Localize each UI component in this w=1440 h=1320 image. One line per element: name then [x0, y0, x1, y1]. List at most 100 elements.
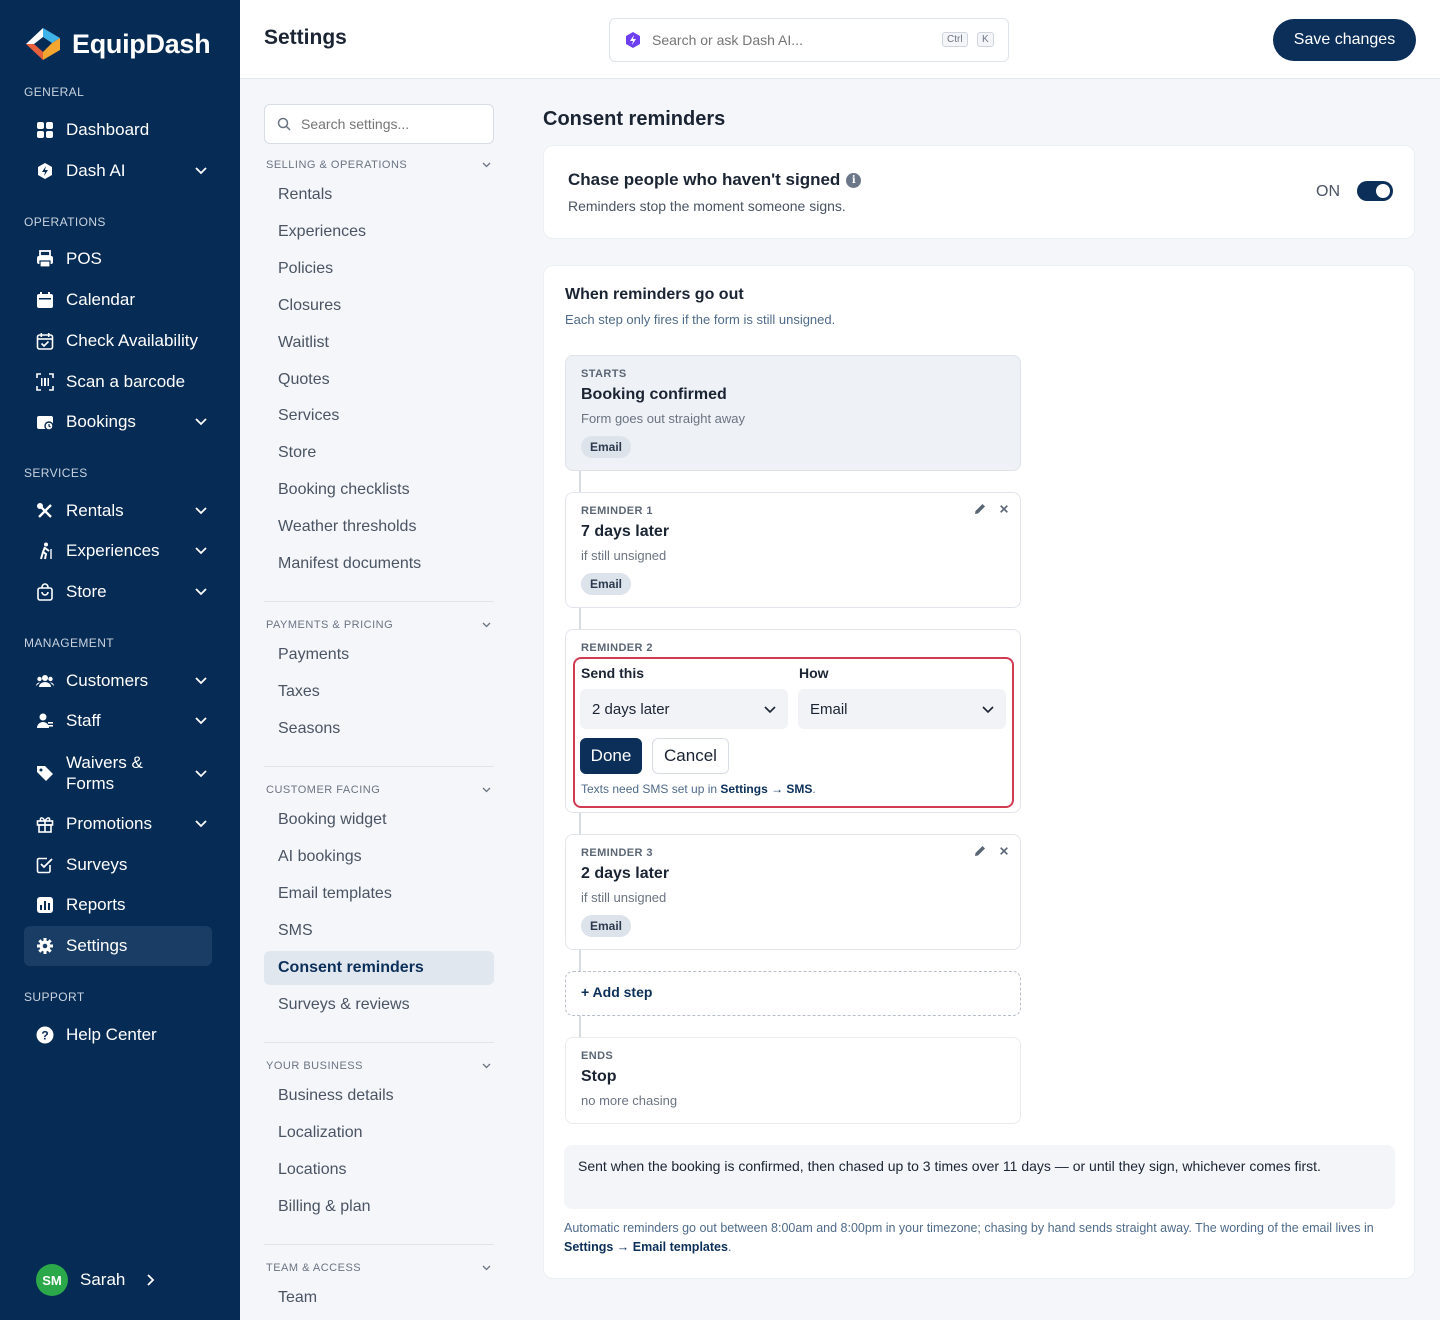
brand[interactable]: EquipDash [24, 26, 211, 62]
subnav-item[interactable]: Policies [264, 252, 494, 286]
nav-item-check-availability[interactable]: Check Availability [24, 321, 212, 361]
subnav-item[interactable]: AI bookings [264, 840, 494, 874]
nav-item-waivers-forms[interactable]: Waivers & Forms [24, 747, 212, 799]
subnav-item[interactable]: Surveys & reviews [264, 988, 494, 1022]
nav-item-staff[interactable]: Staff [24, 701, 212, 741]
nav-item-store[interactable]: Store [24, 572, 212, 612]
subnav-item[interactable]: Business details [264, 1079, 494, 1113]
subnav-group-header[interactable]: CUSTOMER FACING [266, 784, 494, 796]
subnav-divider [264, 601, 494, 602]
subnav-item[interactable]: Team [264, 1281, 494, 1315]
global-search[interactable]: Ctrl K [609, 18, 1009, 62]
delay-select[interactable]: 2 days later [580, 689, 788, 729]
subnav-item[interactable]: Closures [264, 289, 494, 323]
subnav-item[interactable]: Email templates [264, 877, 494, 911]
channel-chip: Email [581, 573, 632, 595]
pencil-icon[interactable] [974, 845, 986, 857]
nav-item-surveys[interactable]: Surveys [24, 845, 212, 885]
add-step-button[interactable]: + Add step [565, 971, 1021, 1016]
cancel-button[interactable]: Cancel [652, 738, 729, 774]
hiker-icon [36, 542, 54, 560]
step-reminder-3: REMINDER 3 2 days later if still unsigne… [565, 834, 1021, 950]
subnav-item[interactable]: Booking checklists [264, 473, 494, 507]
step-title: Stop [581, 1068, 617, 1085]
staff-icon [36, 712, 54, 730]
footnote: Automatic reminders go out between 8:00a… [564, 1219, 1394, 1257]
settings-search[interactable] [264, 104, 494, 144]
nav-item-promotions[interactable]: Promotions [24, 804, 212, 844]
close-icon[interactable] [998, 845, 1010, 857]
subnav-item[interactable]: Consent reminders [264, 950, 494, 985]
close-icon[interactable] [998, 503, 1010, 515]
subnav-item[interactable]: Billing & plan [264, 1190, 494, 1224]
nav-item-calendar[interactable]: Calendar [24, 280, 212, 320]
user-menu[interactable]: SM Sarah [36, 1264, 157, 1296]
nav-item-dash-ai[interactable]: Dash AI [24, 151, 212, 191]
subnav-item[interactable]: Payments [264, 638, 494, 672]
nav-item-label: Reports [66, 895, 126, 914]
subnav-item[interactable]: Rentals [264, 178, 494, 212]
avatar: SM [36, 1264, 68, 1296]
nav-item-help-center[interactable]: ? Help Center [24, 1015, 212, 1055]
subnav-group-header[interactable]: PAYMENTS & PRICING [266, 619, 494, 631]
subnav-group-label: CUSTOMER FACING [266, 784, 381, 796]
step-reminder-1: REMINDER 1 7 days later if still unsigne… [565, 492, 1021, 608]
subnav-group-header[interactable]: SELLING & OPERATIONS [266, 159, 494, 171]
nav-item-reports[interactable]: Reports [24, 885, 212, 925]
chevron-down-icon [195, 418, 207, 426]
tools-icon [36, 502, 54, 520]
nav-item-scan-barcode[interactable]: Scan a barcode [24, 362, 212, 402]
step-desc: if still unsigned [581, 548, 667, 563]
subnav-item[interactable]: Locations [264, 1153, 494, 1187]
nav-item-customers[interactable]: Customers [24, 661, 212, 701]
subnav-item[interactable]: Waitlist [264, 326, 494, 360]
subnav-item[interactable]: Quotes [264, 363, 494, 397]
bag-icon [36, 583, 54, 601]
global-search-input[interactable] [652, 32, 932, 48]
chevron-down-icon [195, 547, 207, 555]
nav-item-label: Settings [66, 936, 128, 955]
info-icon[interactable]: i [846, 172, 862, 188]
subnav-item[interactable]: Localization [264, 1116, 494, 1150]
subnav-item[interactable]: SMS [264, 914, 494, 948]
nav-section-general: GENERAL [24, 85, 85, 99]
nav-item-label: Help Center [66, 1025, 157, 1044]
sparkle-icon [36, 162, 54, 180]
settings-sms-link[interactable]: Settings → SMS [720, 782, 812, 796]
subnav-item[interactable]: Booking widget [264, 803, 494, 837]
checkbox-icon [36, 856, 54, 874]
chevron-down-icon [764, 706, 776, 714]
svg-text:?: ? [41, 1029, 48, 1043]
save-changes-button[interactable]: Save changes [1273, 19, 1416, 61]
step-end: ENDS Stop no more chasing [565, 1037, 1021, 1124]
barcode-icon [36, 373, 54, 391]
chase-title-row: Chase people who haven't signed i [568, 170, 862, 190]
nav-item-bookings[interactable]: Bookings [24, 402, 212, 442]
subnav-item[interactable]: Taxes [264, 675, 494, 709]
step-kicker: REMINDER 2 [581, 642, 653, 654]
done-button[interactable]: Done [580, 738, 642, 774]
subnav-item[interactable]: Manifest documents [264, 547, 494, 581]
nav-item-settings[interactable]: Settings [24, 926, 212, 966]
settings-search-input[interactable] [301, 116, 481, 132]
schedule-summary: Sent when the booking is confirmed, then… [564, 1145, 1395, 1209]
nav-item-rentals[interactable]: Rentals [24, 491, 212, 531]
subnav-item[interactable]: Experiences [264, 215, 494, 249]
chevron-down-icon [195, 588, 207, 596]
nav-item-pos[interactable]: POS [24, 239, 212, 279]
nav-item-experiences[interactable]: Experiences [24, 531, 212, 571]
pencil-icon[interactable] [974, 503, 986, 515]
nav-item-dashboard[interactable]: Dashboard [24, 110, 212, 150]
calendar-check-icon [36, 332, 54, 350]
channel-select[interactable]: Email [798, 689, 1006, 729]
subnav-group-header[interactable]: YOUR BUSINESS [266, 1060, 494, 1072]
subnav-item[interactable]: Services [264, 399, 494, 433]
chase-toggle[interactable] [1357, 181, 1393, 201]
search-icon [277, 117, 291, 131]
email-templates-link[interactable]: Settings → Email templates [564, 1240, 728, 1254]
user-name: Sarah [80, 1270, 126, 1289]
subnav-item[interactable]: Store [264, 436, 494, 470]
subnav-item[interactable]: Seasons [264, 712, 494, 746]
subnav-group-header[interactable]: TEAM & ACCESS [266, 1262, 494, 1274]
subnav-item[interactable]: Weather thresholds [264, 510, 494, 544]
